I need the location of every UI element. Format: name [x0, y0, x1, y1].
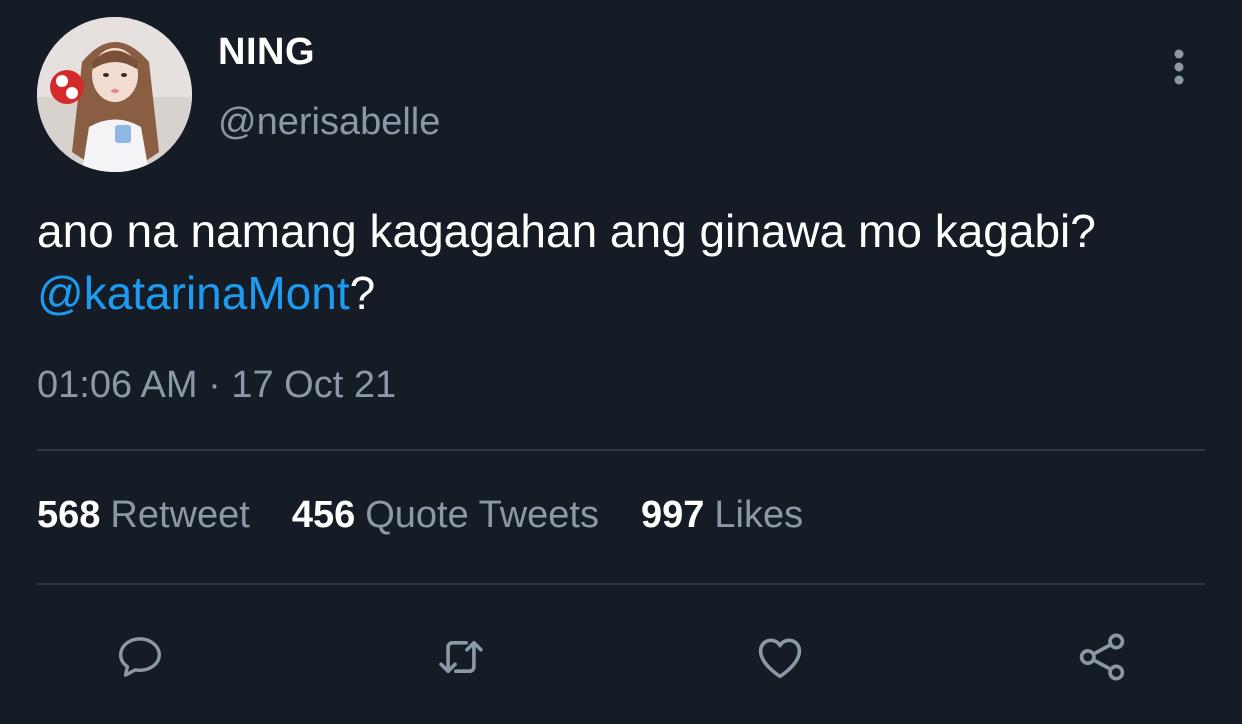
divider — [37, 583, 1205, 585]
quote-count: 456 — [291, 494, 356, 536]
retweet-label: Retweet — [110, 494, 250, 536]
retweet-count: 568 — [37, 494, 101, 536]
reply-button[interactable] — [109, 626, 171, 688]
timestamp[interactable]: 01:06 AM · 17 Oct 21 — [37, 364, 396, 407]
likes-label: Likes — [714, 494, 804, 536]
heart-icon — [758, 638, 802, 679]
reply-icon — [118, 637, 162, 677]
tweet-text-body: ano na namang kagagahan ang ginawa mo ka… — [37, 205, 1096, 257]
tweet-text-end: ? — [349, 267, 376, 319]
mention-link[interactable]: @katarinaMont — [37, 267, 350, 319]
handle[interactable]: @nerisabelle — [218, 101, 440, 144]
quote-stat[interactable]: 456 Quote Tweets — [292, 494, 599, 537]
divider — [37, 449, 1205, 451]
likes-stat[interactable]: 997 Likes — [641, 494, 803, 537]
share-button[interactable] — [1071, 626, 1133, 688]
retweet-icon — [439, 640, 483, 674]
tweet-text: ano na namang kagagahan ang ginawa mo ka… — [37, 200, 1197, 324]
quote-label: Quote Tweets — [365, 494, 599, 536]
more-button[interactable] — [1162, 44, 1196, 90]
avatar[interactable] — [37, 17, 192, 172]
engagement-stats: 568 Retweet 456 Quote Tweets 997 Likes — [37, 494, 803, 537]
more-vertical-icon — [1174, 49, 1184, 85]
avatar-photo — [37, 17, 192, 172]
retweet-stat[interactable]: 568 Retweet — [37, 494, 250, 537]
retweet-button[interactable] — [430, 626, 492, 688]
likes-count: 997 — [641, 494, 705, 536]
display-name[interactable]: NING — [218, 31, 315, 74]
share-icon — [1079, 633, 1125, 681]
like-button[interactable] — [749, 626, 811, 688]
